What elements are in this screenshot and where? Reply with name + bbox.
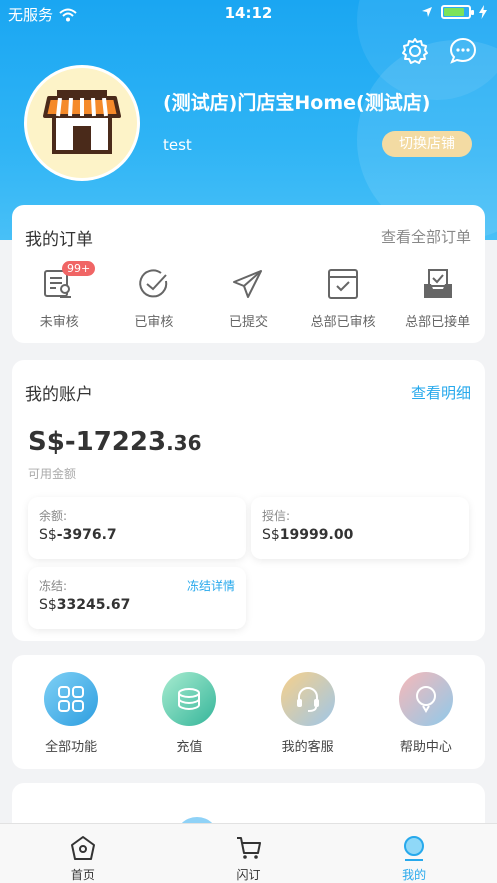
hq-reviewed-icon — [328, 269, 359, 299]
order-status-submitted[interactable]: 已提交 — [201, 267, 296, 330]
remaining-balance-box: 余额: S$-3976.7 — [28, 497, 246, 559]
credit-value: S$19999.00 — [262, 527, 353, 543]
pending-count-badge: 99+ — [62, 261, 96, 276]
remaining-label: 余额: — [39, 509, 68, 523]
tab-label: 闪订 — [236, 868, 261, 882]
profile-icon — [404, 836, 425, 861]
view-all-orders-link[interactable]: 查看全部订单 — [381, 226, 471, 247]
credit-amount: 19999.00 — [279, 527, 354, 543]
submitted-icon — [233, 270, 263, 298]
order-status-reviewed[interactable]: 已审核 — [107, 267, 202, 330]
reviewed-icon — [139, 269, 168, 298]
user-name: test — [163, 136, 192, 154]
order-status-label: 未审核 — [39, 315, 79, 330]
functions-card: 全部功能 充值 我的客服 帮助中心 — [12, 655, 485, 769]
orders-title: 我的订单 — [25, 230, 93, 250]
credit-currency: S$ — [262, 527, 280, 543]
remaining-amount: -3976.7 — [56, 527, 117, 543]
frozen-box: 冻结: 冻结详情 S$33245.67 — [28, 567, 246, 629]
all-functions-icon — [44, 672, 99, 726]
switch-store-button[interactable]: 切换店铺 — [382, 131, 472, 157]
order-status-hq-reviewed[interactable]: 总部已审核 — [296, 267, 391, 330]
frozen-currency: S$ — [39, 597, 57, 613]
account-card: 我的账户 查看明细 S$-17223.36 可用金额 余额: S$-3976.7… — [12, 360, 485, 641]
function-recharge[interactable]: 充值 — [130, 672, 248, 755]
order-status-label: 总部已审核 — [310, 315, 376, 330]
tab-label: 我的 — [402, 868, 427, 882]
message-icon[interactable] — [448, 36, 478, 66]
order-status-hq-accepted[interactable]: 总部已接单 — [390, 267, 485, 330]
view-details-link[interactable]: 查看明细 — [411, 382, 471, 403]
balance-integer: S$-17223 — [28, 427, 167, 457]
profile-header: 无服务 14:12 (测试店)门店宝Home(测试店) test 切换店铺 — [0, 0, 497, 240]
hq-accepted-icon — [423, 269, 452, 298]
balance-decimal: .36 — [166, 431, 202, 455]
battery-icon — [441, 5, 474, 19]
settings-icon[interactable] — [400, 36, 430, 66]
order-status-label: 总部已接单 — [405, 315, 471, 330]
function-label: 我的客服 — [281, 740, 334, 755]
store-name: (测试店)门店宝Home(测试店) — [163, 92, 431, 114]
frozen-amount: 33245.67 — [56, 597, 131, 613]
order-status-pending[interactable]: 99+ 未审核 — [12, 261, 107, 330]
charging-icon — [479, 5, 487, 19]
credit-box: 授信: S$19999.00 — [251, 497, 469, 559]
balance-label: 可用金额 — [28, 467, 77, 481]
customer-service-icon — [280, 672, 335, 726]
orders-card: 我的订单 查看全部订单 99+ 未审核 已审核 已提交 总部已审核 总部已接单 — [12, 205, 485, 343]
function-label: 全部功能 — [45, 740, 98, 755]
function-help-center[interactable]: 帮助中心 — [367, 672, 485, 755]
remaining-currency: S$ — [39, 527, 57, 543]
cart-icon — [236, 837, 261, 859]
recharge-icon — [162, 672, 217, 726]
tab-bar: 首页 闪订 我的 — [0, 823, 497, 883]
tab-mine[interactable]: 我的 — [331, 824, 497, 883]
functions-list: 全部功能 充值 我的客服 帮助中心 — [12, 672, 485, 755]
credit-label: 授信: — [262, 509, 291, 523]
status-bar: 无服务 14:12 — [0, 0, 497, 28]
function-customer-service[interactable]: 我的客服 — [249, 672, 367, 755]
frozen-details-link[interactable]: 冻结详情 — [187, 577, 235, 594]
function-all[interactable]: 全部功能 — [12, 672, 130, 755]
store-avatar[interactable] — [24, 65, 140, 181]
account-title: 我的账户 — [25, 385, 93, 405]
tab-label: 首页 — [70, 868, 95, 882]
remaining-value: S$-3976.7 — [39, 527, 117, 543]
order-status-list: 99+ 未审核 已审核 已提交 总部已审核 总部已接单 — [12, 261, 485, 330]
tab-home[interactable]: 首页 — [0, 824, 166, 883]
tab-flash-order[interactable]: 闪订 — [166, 824, 332, 883]
location-icon — [422, 7, 432, 17]
frozen-value: S$33245.67 — [39, 597, 130, 613]
order-status-label: 已审核 — [134, 315, 174, 330]
frozen-label: 冻结: — [39, 579, 68, 593]
home-icon — [70, 836, 95, 860]
help-center-icon — [398, 672, 453, 726]
available-balance: S$-17223.36 — [28, 427, 202, 457]
status-right — [421, 5, 487, 19]
function-label: 帮助中心 — [399, 740, 452, 755]
function-label: 充值 — [176, 740, 203, 755]
order-status-label: 已提交 — [228, 315, 268, 330]
store-icon — [43, 90, 121, 154]
